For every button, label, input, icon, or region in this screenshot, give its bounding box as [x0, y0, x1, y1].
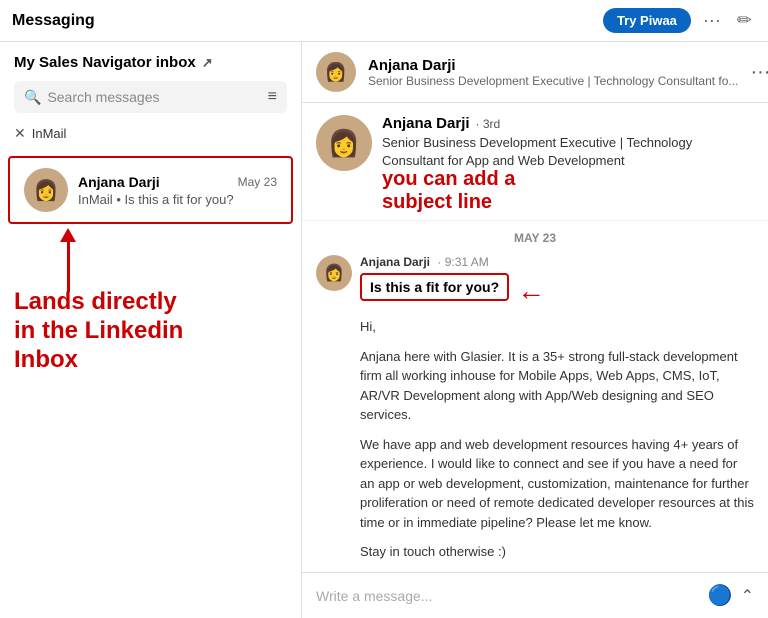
write-message-icons: 🔵 ⌃ [708, 583, 754, 608]
inbox-title: My Sales Navigator inbox ↗ [14, 54, 287, 71]
write-message-placeholder[interactable]: Write a message... [316, 588, 698, 604]
annotation-area: Lands directlyin the LinkedinInbox [0, 228, 301, 618]
profile-title: Senior Business Development Executive | … [382, 134, 754, 214]
external-link-icon[interactable]: ↗ [202, 55, 213, 71]
msg-body-1: Hi, [360, 317, 754, 337]
conv-date: May 23 [238, 175, 277, 189]
msg-avatar: 👩 [316, 255, 352, 291]
annotation-text-left: Lands directlyin the LinkedinInbox [14, 288, 183, 374]
profile-name: Anjana Darji [382, 115, 470, 132]
close-filter-icon[interactable]: ✕ [14, 125, 26, 142]
profile-card: 👩 Anjana Darji · 3rd Senior Business Dev… [302, 103, 768, 221]
filter-label: InMail [32, 126, 67, 141]
avatar: 👩 [24, 168, 68, 212]
profile-name-row: Anjana Darji · 3rd [382, 115, 754, 132]
filter-row: ✕ InMail [14, 121, 287, 148]
subject-box: Is this a fit for you? [360, 273, 509, 301]
message-date-label: MAY 23 [316, 231, 754, 245]
search-bar[interactable]: 🔍 Search messages ≡ [14, 81, 287, 113]
search-input-placeholder: Search messages [47, 89, 261, 105]
msg-body-3: We have app and web development resource… [360, 435, 754, 533]
message-row: 👩 Anjana Darji · 9:31 AM Is this a fit f… [316, 255, 754, 572]
conv-tag: InMail [78, 192, 113, 207]
arrow-left-icon: ← [517, 277, 545, 305]
left-panel-header: My Sales Navigator inbox ↗ 🔍 Search mess… [0, 42, 301, 156]
compose-icon[interactable]: ✏ [733, 8, 756, 33]
profile-info: Anjana Darji · 3rd Senior Business Devel… [382, 115, 754, 214]
arrow-up [60, 228, 76, 292]
main-layout: My Sales Navigator inbox ↗ 🔍 Search mess… [0, 42, 768, 618]
conv-snippet: InMail • Is this a fit for you? [78, 192, 277, 207]
top-header: Messaging Try Piwaa ··· ✏ [0, 0, 768, 42]
arrow-head [60, 228, 76, 242]
arrow-shaft [67, 242, 70, 292]
right-header-name: Anjana Darji [368, 57, 738, 74]
right-more-options-icon[interactable]: ··· [750, 61, 768, 84]
msg-content: Anjana Darji · 9:31 AM Is this a fit for… [360, 255, 754, 572]
conv-info: Anjana Darji May 23 InMail • Is this a f… [78, 174, 277, 207]
sticker-icon[interactable]: 🔵 [708, 583, 733, 608]
right-header-avatar: 👩 [316, 52, 356, 92]
msg-body: Hi, Anjana here with Glasier. It is a 35… [360, 317, 754, 562]
filter-icon[interactable]: ≡ [268, 88, 277, 106]
msg-time: · 9:31 AM [437, 255, 488, 269]
try-piwaa-button[interactable]: Try Piwaa [603, 8, 691, 33]
write-message-area[interactable]: Write a message... 🔵 ⌃ [302, 572, 768, 618]
profile-avatar-large: 👩 [316, 115, 372, 171]
more-options-icon[interactable]: ··· [699, 8, 725, 33]
subject-row: Is this a fit for you? ← [360, 273, 754, 309]
right-header-subtitle: Senior Business Development Executive | … [368, 74, 738, 88]
left-panel: My Sales Navigator inbox ↗ 🔍 Search mess… [0, 42, 302, 618]
expand-icon[interactable]: ⌃ [741, 586, 754, 606]
search-icon: 🔍 [24, 89, 41, 106]
chat-area: MAY 23 👩 Anjana Darji · 9:31 AM Is this … [302, 221, 768, 572]
conv-top-row: Anjana Darji May 23 [78, 174, 277, 190]
conversation-item[interactable]: 👩 Anjana Darji May 23 InMail • Is this a… [8, 156, 293, 224]
annotation-text-right: you can add asubject line [382, 168, 754, 214]
profile-degree: · 3rd [476, 117, 501, 131]
msg-sender: Anjana Darji [360, 255, 430, 269]
messaging-title: Messaging [12, 12, 595, 30]
right-panel: 👩 Anjana Darji Senior Business Developme… [302, 42, 768, 618]
right-header: 👩 Anjana Darji Senior Business Developme… [302, 42, 768, 103]
msg-body-4: Stay in touch otherwise :) [360, 542, 754, 562]
conv-name: Anjana Darji [78, 174, 160, 190]
msg-body-2: Anjana here with Glasier. It is a 35+ st… [360, 347, 754, 425]
conv-preview: Is this a fit for you? [124, 192, 233, 207]
msg-meta: Anjana Darji · 9:31 AM [360, 255, 754, 269]
right-header-info: Anjana Darji Senior Business Development… [368, 57, 738, 88]
